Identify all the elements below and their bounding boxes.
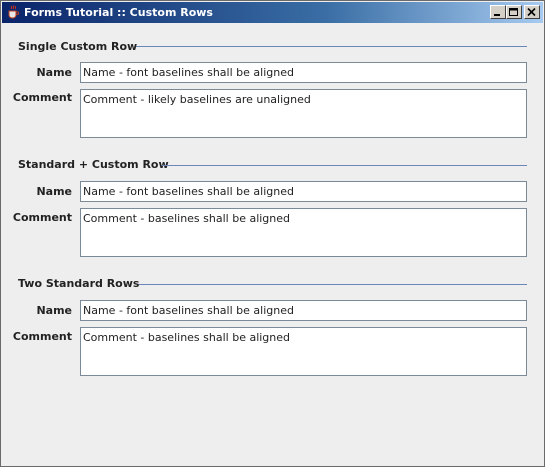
section-title-standard-custom-row: Standard + Custom Row [18,158,169,171]
section-title-two-standard-rows: Two Standard Rows [18,277,140,290]
section-title-single-custom-row: Single Custom Row [18,40,138,53]
name-label: Name [36,185,72,198]
close-icon [527,8,536,17]
java-cup-icon [8,5,20,19]
app-window: Forms Tutorial :: Custom Rows Single Cus… [0,0,545,467]
window-title: Forms Tutorial :: Custom Rows [24,6,213,19]
section-separator [136,46,527,47]
section-separator [139,284,527,285]
comment-label: Comment [12,330,72,343]
section-separator [162,165,527,166]
comment-label: Comment [12,211,72,224]
comment-label: Comment [12,91,72,104]
comment-textarea[interactable]: Comment - baselines shall be aligned [80,327,527,376]
title-bar[interactable]: Forms Tutorial :: Custom Rows [2,2,543,23]
name-label: Name [36,304,72,317]
comment-textarea[interactable]: Comment - baselines shall be aligned [80,208,527,257]
name-input[interactable]: Name - font baselines shall be aligned [80,300,527,321]
maximize-icon [509,8,518,16]
minimize-button[interactable] [490,5,506,19]
minimize-icon [494,14,500,16]
name-input[interactable]: Name - font baselines shall be aligned [80,181,527,202]
name-input[interactable]: Name - font baselines shall be aligned [80,62,527,83]
close-button[interactable] [524,5,540,19]
window-controls [490,5,540,19]
name-label: Name [36,66,72,79]
maximize-button[interactable] [506,5,522,19]
comment-textarea[interactable]: Comment - likely baselines are unaligned [80,89,527,138]
